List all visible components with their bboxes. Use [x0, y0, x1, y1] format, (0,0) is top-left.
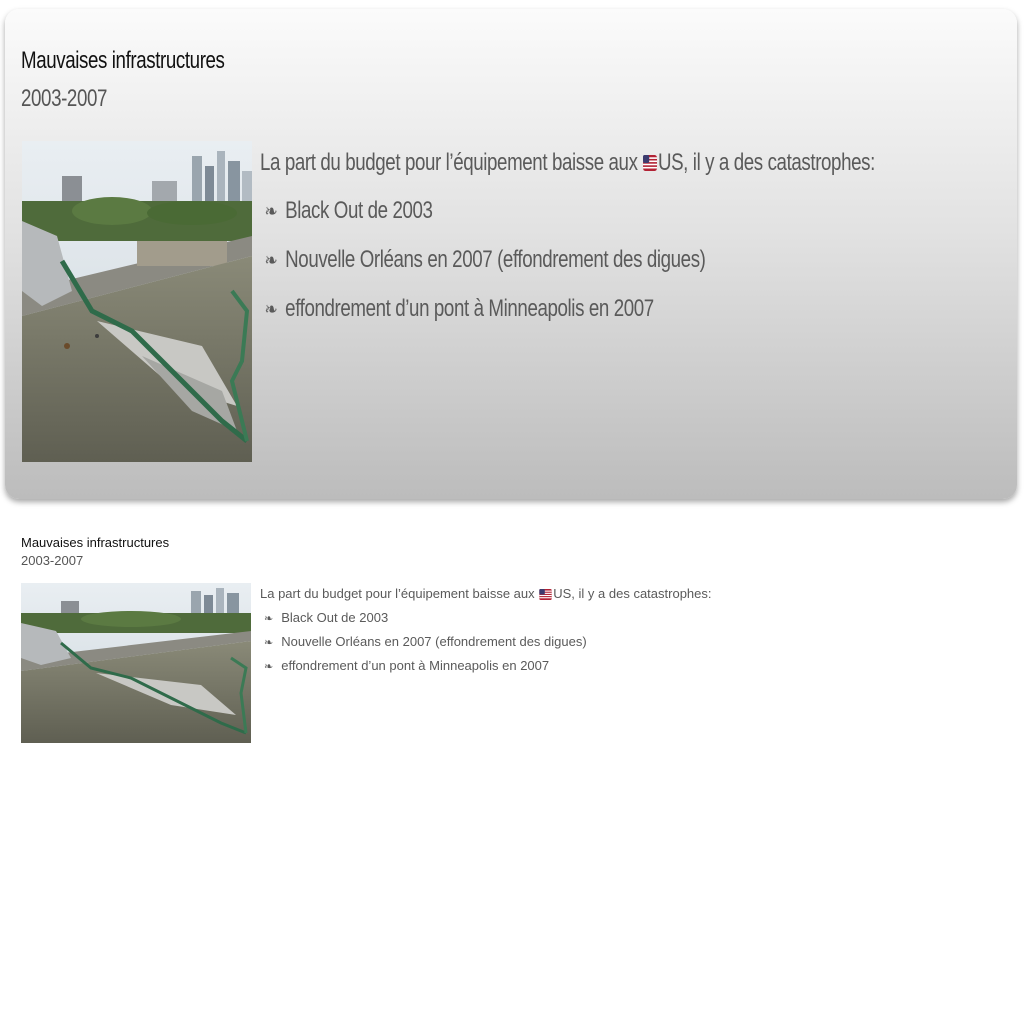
list-item: ❧ Black Out de 2003 — [264, 610, 389, 625]
slide-title: Mauvaises infrastructures — [21, 47, 225, 74]
us-flag-icon — [643, 155, 658, 171]
slide-subtitle-small: 2003-2007 — [21, 553, 84, 568]
list-item: ❧ Nouvelle Orléans en 2007 (effondrement … — [264, 246, 706, 273]
slide-subtitle: 2003-2007 — [21, 85, 108, 112]
intro-text-small: La part du budget pour l’équipement bais… — [260, 586, 712, 601]
fleuron-bullet-icon: ❧ — [264, 613, 274, 625]
bullet-list-small: ❧ Black Out de 2003 ❧ Nouvelle Orléans en … — [260, 610, 980, 682]
intro-text-end: US, il y a des catastrophes: — [657, 149, 875, 176]
list-item: ❧ effondrement d’un pont à Minneapolis en… — [264, 658, 550, 673]
bridge-collapse-photo-small — [21, 583, 251, 743]
slide-preview-card[interactable]: Mauvaises infrastructures 2003-2007 La p… — [5, 9, 1017, 499]
bridge-collapse-photo — [22, 141, 252, 462]
fleuron-bullet-icon: ❧ — [264, 637, 274, 649]
fleuron-bullet-icon: ❧ — [264, 250, 278, 272]
us-flag-icon — [539, 589, 552, 600]
list-item: ❧ effondrement d’un pont à Minneapolis en… — [264, 295, 654, 322]
fleuron-bullet-icon: ❧ — [264, 299, 278, 321]
slide-plain-view: Mauvaises infrastructures 2003-2007 La p… — [21, 535, 1001, 743]
fleuron-bullet-icon: ❧ — [264, 661, 274, 673]
intro-text-start: La part du budget pour l’équipement bais… — [260, 149, 643, 176]
fleuron-bullet-icon: ❧ — [264, 201, 278, 223]
intro-text: La part du budget pour l’équipement bais… — [260, 149, 875, 179]
slide-title-small: Mauvaises infrastructures — [21, 535, 170, 550]
list-item: ❧ Black Out de 2003 — [264, 197, 433, 224]
bullet-list: ❧ Black Out de 2003 ❧ Nouvelle Orléans en … — [260, 197, 1000, 344]
list-item: ❧ Nouvelle Orléans en 2007 (effondrement … — [264, 634, 587, 649]
